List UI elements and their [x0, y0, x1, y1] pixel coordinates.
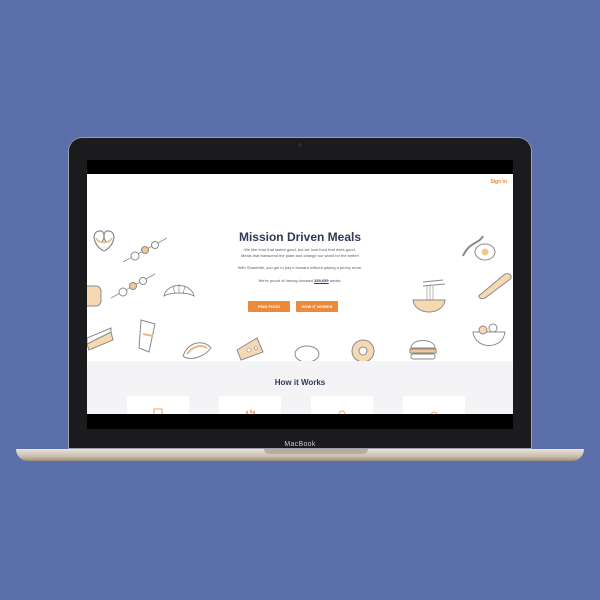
bag-icon — [338, 410, 346, 414]
find-food-button[interactable]: FIND FOOD — [248, 301, 290, 312]
how-it-works-title: How it Works — [274, 378, 326, 387]
donation-suffix: meals. — [328, 278, 342, 283]
step-card — [311, 396, 373, 414]
laptop-base — [16, 449, 584, 461]
cheese-icon — [236, 337, 264, 361]
step-card — [127, 396, 189, 414]
meals-count: 339,659 — [314, 278, 329, 283]
stars-icon — [245, 408, 256, 414]
donation-prefix: We're proud of having donated — [258, 278, 315, 283]
webpage: Sign in Mission Driven Meals We like foo… — [87, 174, 513, 414]
hotdog-icon — [182, 342, 212, 359]
how-it-works-section: How it Works — [87, 361, 513, 414]
how-it-works-button[interactable]: HOW IT WORKS — [296, 301, 338, 312]
sign-in-link[interactable]: Sign in — [490, 179, 507, 185]
burger-icon — [409, 340, 437, 360]
step-card — [219, 396, 281, 414]
laptop-screen: Sign in Mission Driven Meals We like foo… — [87, 160, 513, 429]
sandwich-icon — [87, 327, 114, 351]
heart-icon — [430, 411, 438, 414]
skewer-icon — [110, 273, 156, 299]
noodle-bowl-icon — [412, 279, 446, 313]
laptop-brand-label: MacBook — [284, 441, 316, 448]
hero-title: Mission Driven Meals — [238, 230, 362, 244]
hero-donation-text: We're proud of having donated 339,659 me… — [87, 278, 513, 283]
step-card — [403, 396, 465, 414]
hero-tagline: We like food that tastes good, but we lo… — [244, 247, 356, 252]
laptop-notch — [264, 449, 368, 454]
wrap-icon — [138, 319, 156, 353]
bread-icon — [87, 285, 102, 307]
salad-bowl-icon — [472, 323, 506, 346]
menu-icon — [153, 408, 163, 414]
baguette-icon — [478, 273, 512, 299]
camera-dot — [298, 143, 302, 147]
hero-tagline: Meals that transcend the plate and chang… — [240, 253, 360, 258]
hero-description: With Sharebite, you get to pay it forwar… — [237, 265, 363, 270]
